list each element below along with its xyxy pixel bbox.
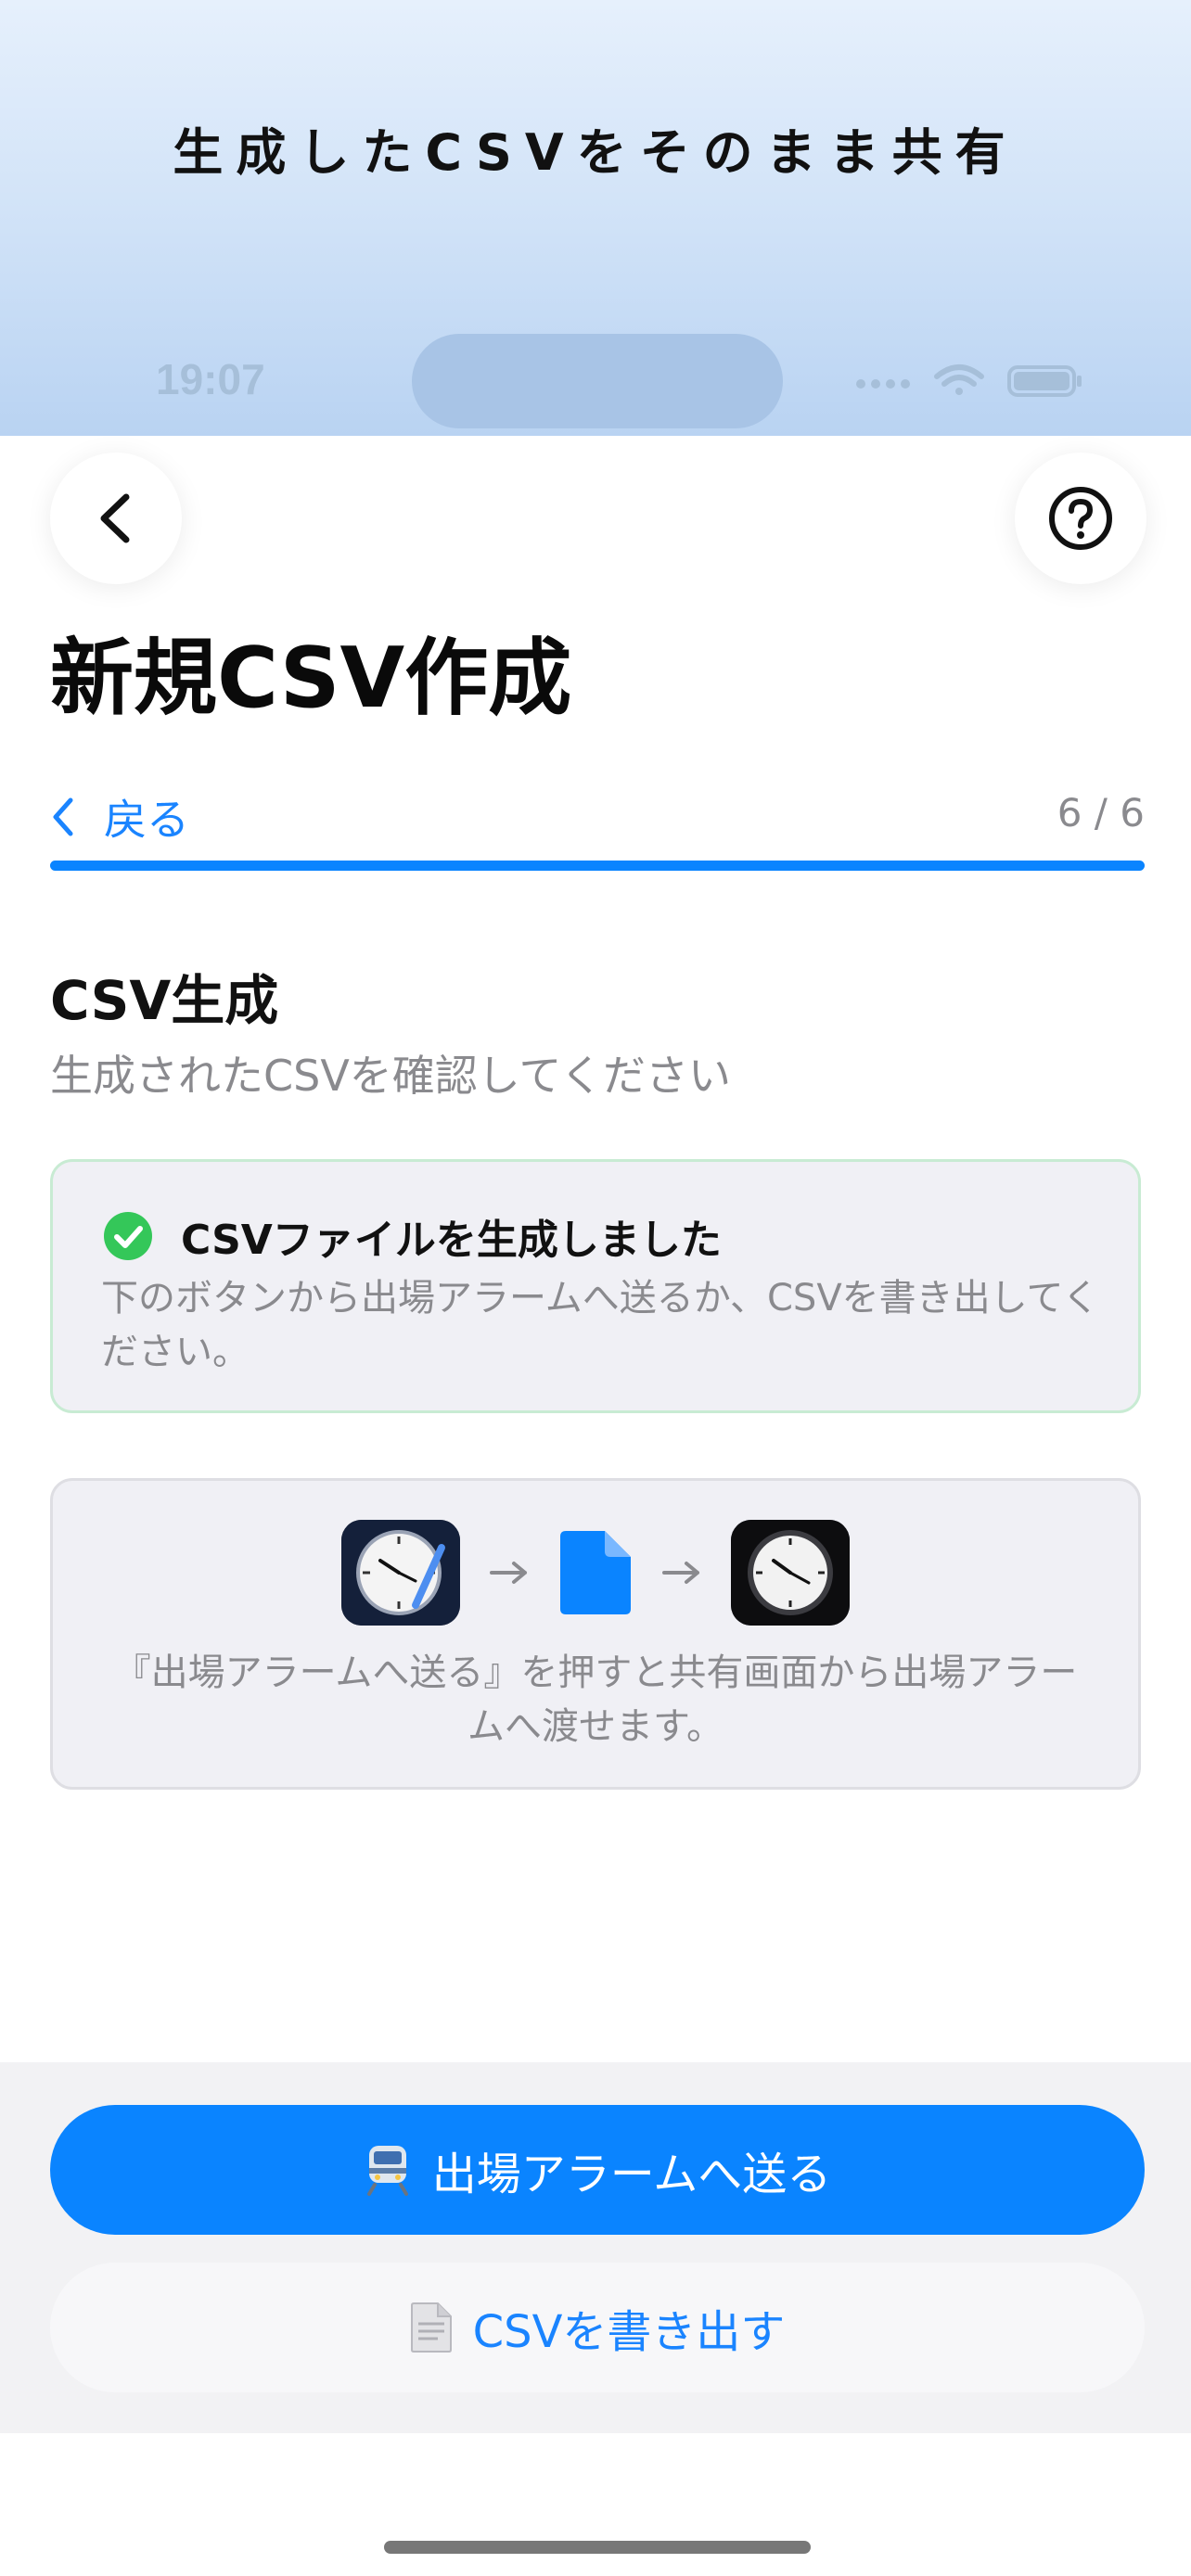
step-back-link[interactable]: 戻る bbox=[50, 786, 189, 848]
step-progress-fill bbox=[50, 861, 1145, 871]
arrow-right-icon bbox=[662, 1562, 699, 1584]
signal-icon bbox=[856, 379, 910, 389]
success-title: CSVファイルを生成しました bbox=[181, 1217, 722, 1264]
document-icon bbox=[560, 1531, 631, 1614]
step-counter: 6 / 6 bbox=[1057, 790, 1145, 835]
battery-icon bbox=[1007, 365, 1082, 397]
alarm-clock-app-icon bbox=[731, 1520, 850, 1626]
section-subtitle: 生成されたCSVを確認してください bbox=[50, 1051, 732, 1101]
status-time: 19:07 bbox=[156, 355, 265, 403]
dynamic-island bbox=[412, 334, 783, 428]
help-button[interactable] bbox=[1015, 453, 1146, 584]
success-card: CSVファイルを生成しました 下のボタンから出場アラームへ送るか、CSVを書き出… bbox=[50, 1159, 1141, 1413]
send-to-alarm-button[interactable]: 出場アラームへ送る bbox=[50, 2105, 1145, 2235]
banner-title: 生成したCSVをそのまま共有 bbox=[173, 123, 1018, 182]
page-title: 新規CSV作成 bbox=[50, 630, 572, 727]
step-progress-bar bbox=[50, 861, 1145, 871]
arrow-right-icon bbox=[490, 1562, 527, 1584]
home-indicator bbox=[384, 2541, 811, 2554]
app-creator-clock-icon bbox=[341, 1520, 460, 1626]
step-back-label: 戻る bbox=[104, 795, 189, 845]
success-header: CSVファイルを生成しました bbox=[103, 1206, 722, 1266]
send-to-alarm-label: 出場アラームへ送る bbox=[431, 2149, 832, 2200]
status-icons bbox=[856, 364, 1082, 397]
flow-note: 『出場アラームへ送る』を押すと共有画面から出場アラームへ渡せます。 bbox=[113, 1651, 1078, 1748]
back-button[interactable] bbox=[50, 453, 182, 584]
chevron-left-icon bbox=[53, 797, 73, 836]
check-circle-icon bbox=[104, 1212, 152, 1260]
export-csv-button[interactable]: CSVを書き出す bbox=[50, 2263, 1145, 2392]
document-emoji-icon bbox=[410, 2302, 453, 2353]
section-title: CSV生成 bbox=[50, 969, 279, 1032]
wifi-icon bbox=[934, 364, 984, 395]
flow-card: 『出場アラームへ送る』を押すと共有画面から出場アラームへ渡せます。 bbox=[50, 1478, 1141, 1790]
success-description: 下のボタンから出場アラームへ送るか、CSVを書き出してください。 bbox=[101, 1277, 1100, 1373]
chevron-left-icon bbox=[100, 493, 130, 543]
question-circle-icon bbox=[1049, 487, 1112, 550]
flow-icons bbox=[53, 1520, 1138, 1626]
export-csv-label: CSVを書き出す bbox=[472, 2306, 786, 2358]
promo-banner: 生成したCSVをそのまま共有 19:07 bbox=[0, 0, 1191, 436]
train-emoji-icon bbox=[364, 2144, 412, 2196]
